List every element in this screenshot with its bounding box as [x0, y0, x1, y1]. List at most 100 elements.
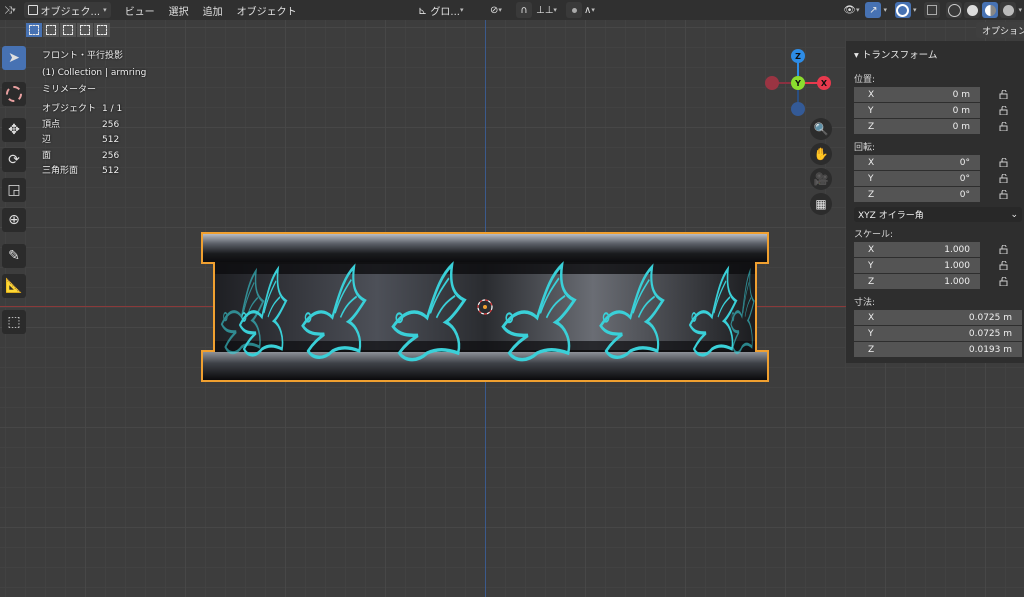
lock-scale-y-icon[interactable] [999, 261, 1009, 270]
chevron-down-icon: ▾ [103, 6, 107, 14]
wireframe-sphere-icon [947, 3, 961, 17]
lock-rotation-y-icon[interactable] [999, 174, 1009, 183]
overlay-icon [896, 3, 910, 17]
lock-location-x-icon[interactable] [999, 90, 1009, 99]
neg-z-axis-handle[interactable] [791, 102, 805, 116]
chevron-down-icon: ▾ [854, 50, 859, 61]
menu-object[interactable]: オブジェクト [227, 0, 301, 20]
hand-icon: ✋ [813, 147, 829, 161]
lock-rotation-x-icon[interactable] [999, 158, 1009, 167]
select-extend-icon [46, 25, 56, 35]
xray-toggle[interactable] [924, 2, 941, 18]
lock-scale-z-icon[interactable] [999, 277, 1009, 286]
ruler-icon: 📐 [5, 278, 23, 294]
chevron-down-icon: ▾ [498, 6, 502, 14]
rendered-shading-button[interactable] [1000, 2, 1017, 18]
stat-row: 三角形面 512 [42, 166, 120, 177]
dimensions-x-field[interactable]: X 0.0725 m [854, 310, 1022, 325]
snap-target-selector[interactable]: ⊥⊥ ▾ [532, 0, 561, 20]
menu-select[interactable]: 選択 [159, 0, 193, 20]
pivot-point-selector[interactable]: ⊘ ▾ [486, 0, 506, 20]
perspective-toggle-button[interactable]: ▦ [810, 193, 832, 215]
select-new-button[interactable] [26, 23, 42, 37]
object-mode-icon [27, 5, 38, 15]
overlay-toggle[interactable] [894, 2, 911, 18]
scale-y-field[interactable]: Y 1.000 [854, 258, 980, 273]
measure-tool[interactable]: 📐 [2, 274, 26, 298]
selection-mode-buttons [26, 23, 110, 37]
x-axis-label: X [821, 79, 828, 88]
chevron-down-icon: ▾ [459, 6, 464, 14]
select-invert-button[interactable] [77, 23, 93, 37]
gizmo-toggle[interactable]: ↗ [865, 2, 882, 18]
location-x-field[interactable]: X0 m [854, 87, 980, 102]
falloff-selector[interactable]: ∧ ▾ [580, 0, 599, 20]
panel-header[interactable]: ▾ トランスフォーム [854, 47, 937, 61]
scale-tool[interactable]: ◲ [2, 178, 26, 202]
zoom-button[interactable]: 🔍 [810, 118, 832, 140]
view-name: フロント・平行投影 [42, 51, 124, 61]
select-subtract-icon [63, 25, 73, 35]
lock-rotation-z-icon[interactable] [999, 190, 1009, 199]
editor-type-button[interactable]: ⤨ ▾ [0, 0, 20, 20]
chevron-down-icon: ▾ [591, 6, 595, 14]
mode-label: オブジェク... [40, 6, 101, 18]
rotation-x-field[interactable]: X 0° [854, 155, 980, 170]
lock-location-y-icon[interactable] [999, 106, 1009, 115]
menu-add[interactable]: 追加 [193, 0, 227, 20]
transform-tool[interactable]: ⊕ [2, 208, 26, 232]
chevron-down-icon: ⌄ [1010, 209, 1018, 220]
rotation-z-field[interactable]: Z 0° [854, 187, 980, 202]
move-tool[interactable]: ✥ [2, 118, 26, 142]
z-axis-label: Z [795, 52, 801, 61]
rotation-mode-dropdown[interactable]: XYZ オイラー角 ⌄ [854, 207, 1022, 222]
stat-row: 面 256 [42, 150, 120, 161]
snap-increment-icon: ⊥⊥ [536, 4, 554, 16]
transform-orientation-selector[interactable]: ⊾ グロ... ▾ [414, 0, 467, 20]
viewport-info: フロント・平行投影 (1) Collection | armring ミリメータ… [42, 48, 146, 99]
rotate-tool[interactable]: ⟳ [2, 148, 26, 172]
lock-location-z-icon[interactable] [999, 122, 1009, 131]
rendered-sphere-icon [1002, 4, 1014, 16]
neg-x-axis-handle[interactable] [765, 76, 779, 90]
rotation-y-field[interactable]: Y 0° [854, 171, 980, 186]
visibility-selector[interactable]: 👁 ▾ [839, 0, 863, 20]
select-subtract-button[interactable] [60, 23, 76, 37]
camera-view-button[interactable]: 🎥 [810, 168, 832, 190]
chevron-down-icon[interactable]: ▾ [913, 6, 917, 14]
location-y-field[interactable]: Y0 m [854, 103, 980, 118]
cursor-tool[interactable] [2, 82, 26, 106]
scale-z-field[interactable]: Z 1.000 [854, 274, 980, 289]
y-axis-label: Y [794, 79, 801, 88]
select-new-icon [29, 25, 39, 35]
add-cube-tool[interactable]: ⬚ [2, 310, 26, 334]
scale-label: スケール: [854, 230, 894, 240]
wireframe-shading-button[interactable] [946, 2, 963, 18]
chevron-down-icon[interactable]: ▾ [1018, 6, 1024, 14]
lock-scale-x-icon[interactable] [999, 245, 1009, 254]
chevron-down-icon[interactable]: ▾ [883, 6, 887, 14]
transform-orientation-label: グロ... [430, 6, 460, 18]
armring-object[interactable] [200, 231, 770, 383]
options-tab[interactable]: オプション [976, 22, 1024, 38]
location-z-field[interactable]: Z0 m [854, 119, 980, 134]
select-intersect-button[interactable] [94, 23, 110, 37]
annotate-tool[interactable]: ✎ [2, 244, 26, 268]
viewport-header: ⤨ ▾ オブジェク... ▾ ビュー 選択 追加 オブジェクト ⊾ グロ... ▾… [0, 0, 1024, 20]
scale-x-field[interactable]: X 1.000 [854, 242, 980, 257]
rotate-icon: ⟳ [8, 152, 20, 168]
select-extend-button[interactable] [43, 23, 59, 37]
scene-statistics: オブジェクト 1 / 1 頂点 256 辺 512 面 256 三角形面 512 [42, 102, 122, 180]
mode-selector[interactable]: オブジェク... ▾ [20, 0, 115, 20]
pan-button[interactable]: ✋ [810, 143, 832, 165]
rotation-label: 回転: [854, 143, 876, 153]
menu-view[interactable]: ビュー [115, 0, 159, 20]
navigation-gizmo[interactable]: Z X Y [762, 46, 834, 118]
solid-shading-button[interactable] [964, 2, 981, 18]
material-shading-button[interactable] [982, 2, 999, 18]
dimensions-z-field[interactable]: Z 0.0193 m [854, 342, 1022, 357]
sidebar-transform-panel: ▾ トランスフォーム 位置: X0 m Y0 m Z0 m 回転: X 0° Y0… [846, 41, 1024, 363]
panel-title: トランスフォーム [861, 50, 938, 61]
select-box-tool[interactable]: ➤ [2, 46, 26, 70]
dimensions-y-field[interactable]: Y 0.0725 m [854, 326, 1022, 341]
